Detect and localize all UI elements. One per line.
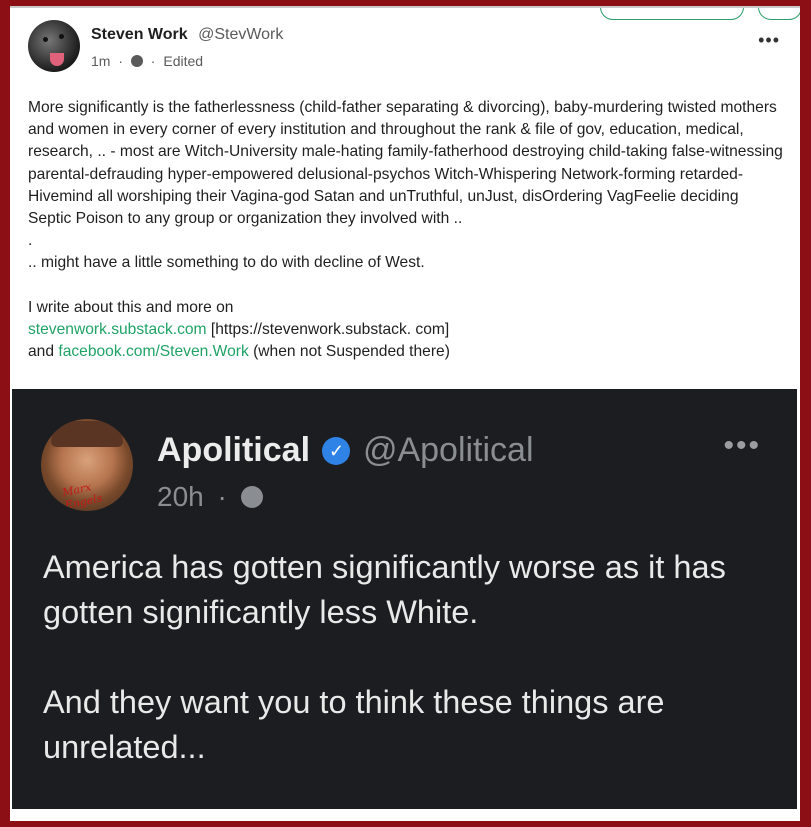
embedded-author-avatar: Marx Engels	[41, 419, 133, 511]
author-avatar[interactable]	[28, 20, 80, 72]
embedded-post-meta: 20h ·	[157, 481, 263, 513]
avatar-signature: Marx Engels	[61, 480, 104, 511]
promo-line-2: and facebook.com/Steven.Work (when not S…	[28, 341, 784, 363]
follow-button-partial[interactable]	[600, 8, 744, 20]
embedded-paragraph: And they want you to think these things …	[43, 684, 665, 765]
meta-separator: ·	[150, 53, 156, 69]
post-header: Steven Work @StevWork 1m · · Edited •••	[28, 20, 798, 80]
embedded-author-row: Apolitical ✓ @Apolitical	[157, 431, 534, 470]
avatar-tongue	[50, 53, 64, 66]
embedded-more-icon: •••	[723, 429, 761, 462]
meta-separator: ·	[118, 53, 124, 69]
avatar-eye	[43, 37, 48, 42]
embedded-post-time: 20h	[157, 481, 204, 512]
post-paragraph: .	[28, 232, 33, 250]
meta-separator: ·	[217, 481, 227, 512]
action-button-partial[interactable]	[758, 8, 800, 20]
author-handle[interactable]: @StevWork	[198, 26, 283, 43]
embedded-author-handle: @Apolitical	[362, 431, 534, 469]
avatar-hat	[51, 421, 123, 447]
edited-label[interactable]: Edited	[163, 53, 203, 69]
and-text: and	[28, 343, 59, 361]
promo-intro: I write about this and more on	[28, 298, 234, 316]
post-paragraph: .. might have a little something to do w…	[28, 254, 425, 272]
author-name[interactable]: Steven Work	[91, 26, 188, 43]
substack-url-text: [https://stevenwork.substack. com]	[206, 321, 450, 339]
avatar-eye	[59, 34, 64, 39]
embedded-post-image[interactable]: Marx Engels Apolitical ✓ @Apolitical 20h…	[12, 389, 797, 809]
post-meta: 1m · · Edited	[91, 53, 203, 69]
more-options-icon[interactable]: •••	[758, 30, 780, 51]
post-body: More significantly is the fatherlessness…	[28, 97, 784, 363]
post-paragraph: More significantly is the fatherlessness…	[28, 99, 783, 228]
facebook-link[interactable]: facebook.com/Steven.Work	[58, 343, 248, 360]
facebook-suffix: (when not Suspended there)	[248, 343, 450, 361]
post-time[interactable]: 1m	[91, 53, 110, 69]
substack-link[interactable]: stevenwork.substack.com	[28, 321, 207, 338]
globe-icon	[130, 55, 143, 67]
embedded-author-name: Apolitical	[157, 431, 311, 469]
verified-badge-icon: ✓	[322, 437, 351, 465]
promo-line-1: stevenwork.substack.com [https://stevenw…	[28, 319, 784, 341]
globe-icon	[240, 486, 263, 508]
embedded-post-body: America has gotten significantly worse a…	[43, 545, 773, 770]
post-card: Steven Work @StevWork 1m · · Edited ••• …	[10, 6, 800, 821]
embedded-paragraph: America has gotten significantly worse a…	[43, 549, 726, 630]
author-row: Steven Work @StevWork	[91, 26, 283, 44]
